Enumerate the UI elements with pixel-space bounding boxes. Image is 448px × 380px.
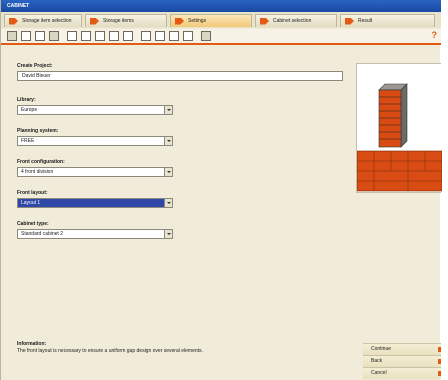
step-label: Cabinet selection [273, 18, 312, 24]
open-icon[interactable] [35, 31, 45, 41]
cancel-button[interactable]: Cancel [363, 367, 441, 379]
continue-button[interactable]: Continue [363, 343, 441, 355]
front-layout-3-icon[interactable] [95, 31, 105, 41]
front-layout-select[interactable]: Layout 1 [17, 198, 173, 208]
front-configuration-select[interactable]: 4 front division [17, 167, 173, 177]
arrow-icon [90, 17, 99, 25]
drawer-layout-3-icon[interactable] [169, 31, 179, 41]
save-icon[interactable] [7, 31, 17, 41]
step-storage-items[interactable]: Storage items [85, 14, 167, 27]
settings-icon[interactable] [201, 31, 211, 41]
front-layout-label: Front layout: [17, 190, 48, 196]
information-text: The front layout is necessary to ensure … [17, 348, 203, 354]
step-label: Storage items [103, 18, 134, 24]
front-layout-4-icon[interactable] [109, 31, 119, 41]
front-layout-value: Layout 1 [21, 200, 41, 206]
step-label: Result [358, 18, 373, 24]
chevron-down-icon[interactable] [164, 106, 172, 114]
navigation-buttons: Continue Back Cancel [363, 343, 441, 379]
cabinet-type-select[interactable]: Standard cabinet 2 [17, 229, 173, 239]
cabinet-preview [356, 63, 442, 193]
planning-system-value: FREE [21, 138, 35, 144]
step-result[interactable]: Result [340, 14, 435, 27]
new-icon[interactable] [21, 31, 31, 41]
cabinet-preview-image [357, 83, 442, 192]
library-label: Library: [17, 97, 36, 103]
application-window: CABINET Storage item selection Storage i… [0, 0, 442, 380]
help-icon[interactable]: ? [432, 30, 438, 40]
step-cabinet-selection[interactable]: Cabinet selection [255, 14, 337, 27]
chevron-down-icon[interactable] [164, 199, 172, 207]
step-label: Storage item selection [22, 18, 72, 24]
arrow-icon [9, 17, 18, 25]
planning-system-select[interactable]: FREE [17, 136, 173, 146]
toolbar: ? [1, 29, 441, 45]
wizard-steps: Storage item selection Storage items Set… [1, 12, 441, 28]
step-storage-item-selection[interactable]: Storage item selection [4, 14, 82, 27]
library-value: Europe [21, 107, 38, 113]
front-configuration-label: Front configuration: [17, 159, 65, 165]
settings-form: Create Project: David Bleuer Library: Eu… [17, 63, 347, 239]
library-select[interactable]: Europe [17, 105, 173, 115]
chevron-down-icon[interactable] [164, 230, 172, 238]
arrow-icon [345, 17, 354, 25]
information-label: Information: [17, 341, 47, 347]
arrow-icon [260, 17, 269, 25]
front-layout-5-icon[interactable] [123, 31, 133, 41]
cabinet-type-value: Standard cabinet 2 [21, 231, 63, 237]
arrow-icon [175, 17, 184, 25]
step-label: Settings [188, 18, 207, 24]
project-label: Create Project: [17, 63, 53, 69]
cabinet-type-label: Cabinet type: [17, 221, 49, 227]
window-title: CABINET [7, 3, 30, 9]
step-settings[interactable]: Settings [170, 14, 252, 27]
print-icon[interactable] [49, 31, 59, 41]
title-bar: CABINET [1, 0, 441, 12]
chevron-down-icon[interactable] [164, 137, 172, 145]
front-layout-2-icon[interactable] [81, 31, 91, 41]
project-name-field[interactable]: David Bleuer [17, 71, 343, 81]
front-configuration-value: 4 front division [21, 169, 54, 175]
drawer-layout-2-icon[interactable] [155, 31, 165, 41]
front-layout-1-icon[interactable] [67, 31, 77, 41]
information-panel: Information: The front layout is necessa… [17, 341, 347, 354]
chevron-down-icon[interactable] [164, 168, 172, 176]
back-button[interactable]: Back [363, 355, 441, 367]
planning-system-label: Planning system: [17, 128, 59, 134]
drawer-layout-1-icon[interactable] [141, 31, 151, 41]
drawer-layout-4-icon[interactable] [183, 31, 193, 41]
